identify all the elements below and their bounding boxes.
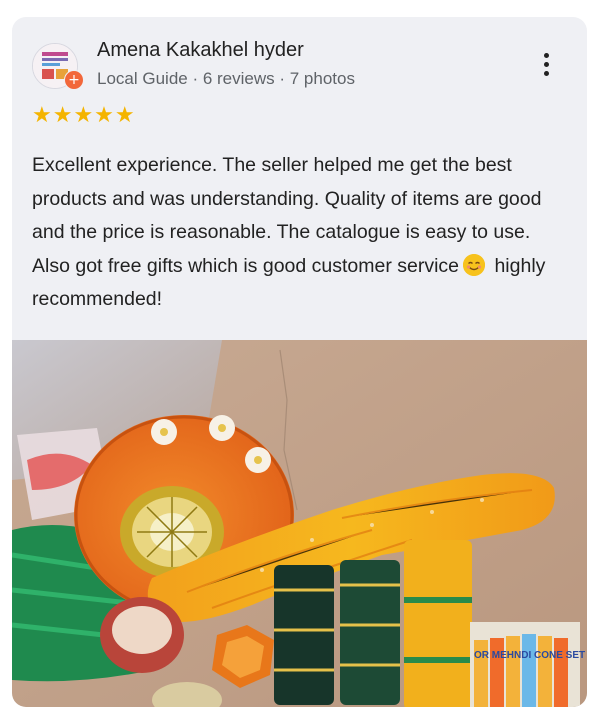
smiling-face-emoji-icon <box>463 253 486 276</box>
review-photo-image: OR MEHNDI CONE SET <box>12 340 587 707</box>
more-options-icon[interactable] <box>534 50 558 82</box>
star-rating: ★★★★★ <box>32 103 136 128</box>
mehndi-box-label: OR MEHNDI CONE SET <box>474 650 585 661</box>
local-guide-badge-icon: + <box>64 70 84 90</box>
review-text: Excellent experience. The seller helped … <box>32 149 572 317</box>
author-meta: Local Guide · 6 reviews · 7 photos <box>97 69 355 88</box>
author-name[interactable]: Amena Kakakhel hyder <box>97 39 304 62</box>
review-photo[interactable]: OR MEHNDI CONE SET <box>12 340 587 707</box>
review-card: + Amena Kakakhel hyder Local Guide · 6 r… <box>12 17 587 707</box>
